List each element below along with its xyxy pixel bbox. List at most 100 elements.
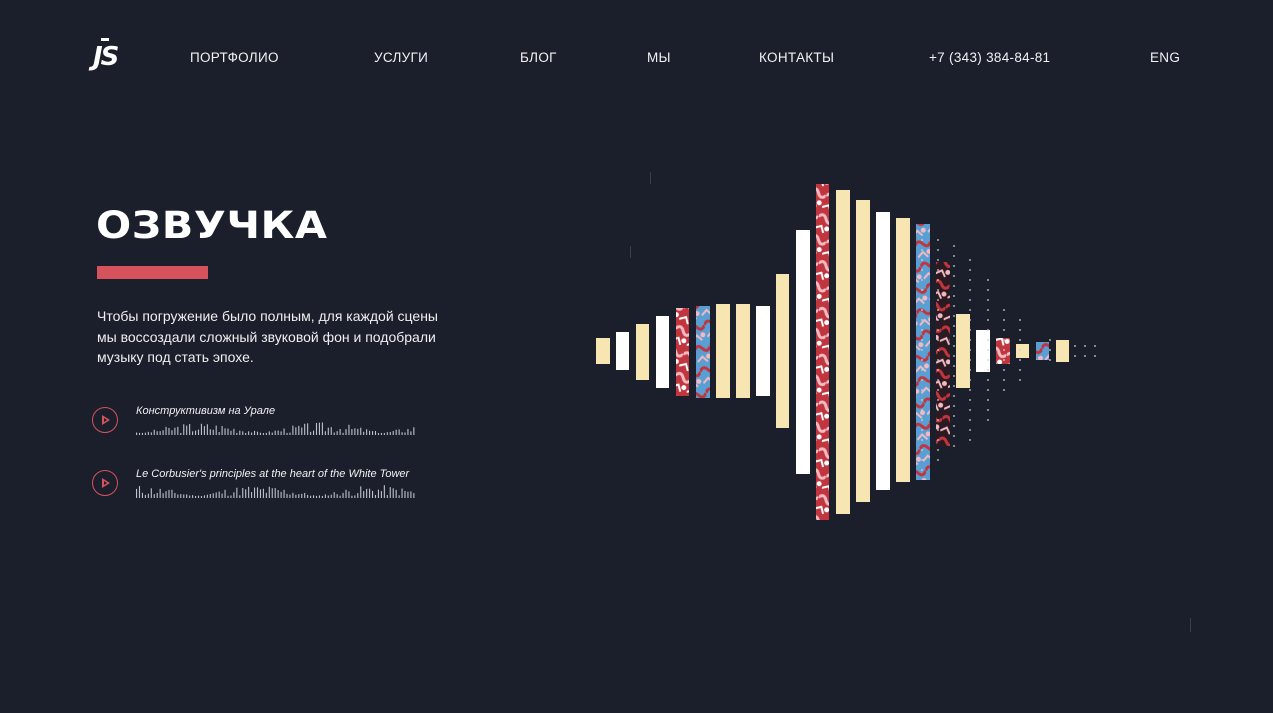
waveform-bar [380,432,382,435]
visualization-dot [969,329,971,331]
visualization-dot [953,335,955,337]
phone-link[interactable]: +7 (343) 384-84-81 [929,50,1050,66]
visualization-dot [953,355,955,357]
waveform-bar [310,431,312,435]
waveform-bar [230,430,232,435]
waveform-bar [233,492,235,498]
play-button[interactable] [92,470,118,496]
waveform-bar [277,490,279,498]
visualization-dot [953,405,955,407]
visualization-bar [756,306,770,396]
waveform-bar [147,431,149,435]
language-switch[interactable]: ENG [1150,50,1180,66]
visualization-dot [953,385,955,387]
waveform-bar [186,494,188,498]
visualization-bar [996,338,1010,364]
visualization-dot [937,389,939,391]
waveform-bar [348,424,350,435]
waveform-bar [254,487,256,498]
visualization-dot [1003,359,1005,361]
visualization-dot [969,279,971,281]
logo[interactable]: JS [93,38,119,72]
waveform-bar [336,494,338,498]
waveform-bar [374,494,377,498]
visualization-bar [1016,344,1029,358]
visualization-bar [716,304,730,398]
logo-text: JS [93,42,119,72]
waveform-bar [315,495,318,498]
waveform-bar [242,488,244,498]
nav-blog[interactable]: БЛОГ [520,50,557,66]
waveform-bar [392,431,394,435]
waveform-bar [177,426,179,435]
waveform-bar [248,486,250,498]
play-button[interactable] [92,407,118,433]
waveform-bar [286,493,288,498]
waveform-bar [245,432,247,435]
visualization-bar [596,338,610,364]
waveform-bar [366,488,368,498]
waveform-bar [315,422,318,435]
visualization-dot [921,239,923,241]
visualization-dot [953,325,955,327]
waveform-bar [144,494,146,498]
nav-portfolio[interactable]: ПОРТФОЛИО [190,50,279,66]
waveform-bar [162,430,164,435]
visualization-dot [921,379,923,381]
nav-about[interactable]: МЫ [647,50,671,66]
waveform-bar [401,432,403,435]
visualization-dot [953,295,955,297]
visualization-dot [937,249,939,251]
visualization-dot [969,399,971,401]
visualization-bar [1036,342,1049,360]
waveform-bar [345,429,347,435]
visualization-dot [921,299,923,301]
visualization-bar [696,306,710,398]
waveform-bar [327,427,329,435]
waveform-bar [280,431,282,435]
waveform-bar [339,428,341,435]
track-title: Le Corbusier's principles at the heart o… [136,468,410,480]
visualization-bar [656,316,669,388]
visualization-dot [969,359,971,361]
visualization-dot [921,229,923,231]
visualization-dot [1049,349,1051,351]
waveform-bar [236,487,238,498]
nav-services[interactable]: УСЛУГИ [374,50,428,66]
visualization-dot [937,239,939,241]
visualization-bar [836,190,850,514]
visualization-dot [1019,329,1021,331]
waveform-bar [383,432,385,435]
visualization-dot [987,379,989,381]
waveform-bar [372,431,374,435]
waveform-bar [298,425,300,435]
visualization-dot [987,309,989,311]
track-waveform[interactable] [136,420,420,436]
waveform-bar [138,486,141,498]
waveform-bar [180,494,182,498]
waveform-bar [212,493,214,498]
visualization-dot [937,299,939,301]
waveform-bar [313,430,315,435]
visualization-dot [921,439,923,441]
visualization-dot [937,349,939,351]
visualization-dot [969,439,971,441]
waveform-bar [327,495,329,498]
visualization-dot [1074,355,1076,357]
visualization-dot [987,329,989,331]
waveform-bar [268,431,270,435]
visualization-dot [937,339,939,341]
waveform-bar [183,494,185,498]
waveform-bar [377,432,379,435]
nav-contacts[interactable]: КОНТАКТЫ [759,50,834,66]
track-waveform[interactable] [136,483,420,499]
visualization-bar [976,330,990,372]
waveform-bar [354,428,356,435]
waveform-bar [404,432,406,435]
visualization-dot [1003,379,1005,381]
visualization-dot [969,259,971,261]
waveform-bar [227,495,229,498]
waveform-bar [174,492,176,498]
waveform-bar [224,489,226,498]
waveform-bar [342,492,344,498]
